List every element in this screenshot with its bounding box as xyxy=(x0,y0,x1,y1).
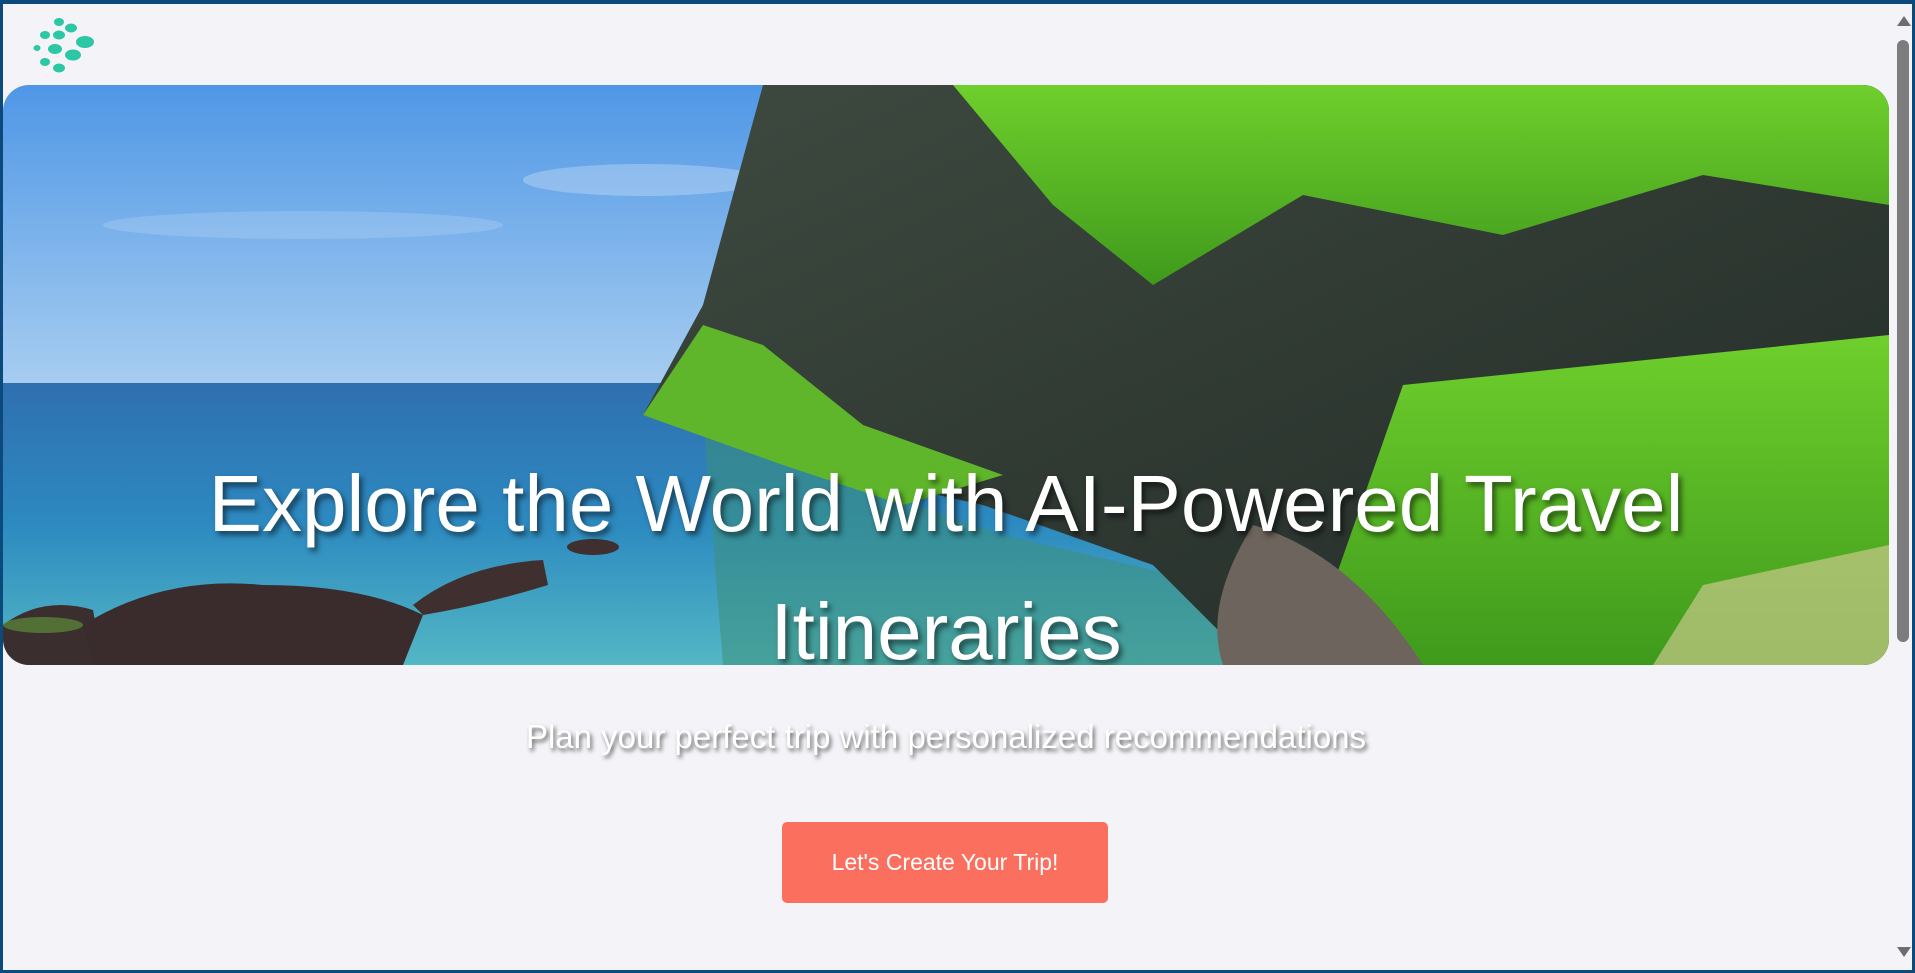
chevron-down-icon[interactable] xyxy=(1897,947,1911,957)
chevron-up-icon[interactable] xyxy=(1897,16,1911,26)
hero-banner: Explore the World with AI-Powered Travel… xyxy=(3,85,1889,665)
vertical-scrollbar[interactable] xyxy=(1892,4,1912,970)
hero-title: Explore the World with AI-Powered Travel… xyxy=(208,459,1684,665)
logo-icon[interactable] xyxy=(31,14,101,80)
scrollbar-thumb[interactable] xyxy=(1897,40,1909,642)
hero-subtitle: Plan your perfect trip with personalized… xyxy=(525,718,1367,755)
browser-viewport: Explore the World with AI-Powered Travel… xyxy=(3,4,1912,970)
create-trip-button[interactable]: Let's Create Your Trip! xyxy=(782,822,1108,903)
